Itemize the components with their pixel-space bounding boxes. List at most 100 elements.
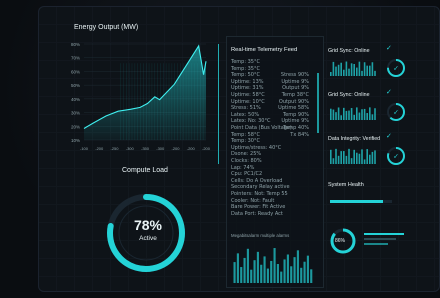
- telemetry-mini-bar: [250, 269, 253, 283]
- compute-load-percent: 78%: [133, 217, 163, 233]
- status-item-bar: [363, 159, 366, 164]
- telemetry-mini-title: Megabitsalarm multiple alarms: [231, 233, 290, 238]
- energy-y-tick: 40%: [71, 97, 80, 102]
- telemetry-row-label: Secondary Relay active: [231, 184, 290, 191]
- dashboard-screen: Energy Output (MW) 80% 70% 60% 50% 40% 30% 20%…: [38, 6, 440, 292]
- telemetry-mini-bar: [260, 264, 263, 283]
- status-item-bar: [350, 158, 353, 164]
- status-item-bar: [330, 108, 332, 120]
- telemetry-mini-bar: [276, 264, 279, 283]
- telemetry-feed-list: Temp: 35°C Temp: 35°C Temp: 50°C Stress 90%…: [231, 59, 309, 219]
- telemetry-mini-chart: [233, 248, 313, 283]
- energy-y-tick: 10%: [71, 138, 80, 143]
- status-item-bar: [358, 112, 361, 120]
- compute-load-title: Compute Load: [122, 167, 168, 174]
- telemetry-row-value: Output 90%: [278, 98, 309, 105]
- telemetry-mini-bar: [296, 250, 299, 283]
- status-item-bar: [343, 107, 345, 120]
- status-item-bar: [337, 64, 340, 76]
- telemetry-row-value: Stress 90%: [280, 72, 309, 79]
- telemetry-mini-bar: [233, 262, 236, 283]
- status-item-bar: [348, 68, 350, 76]
- status-item-bar: [337, 155, 340, 164]
- telemetry-row-label: Clocks: 80%: [231, 158, 262, 164]
- status-item-bar: [340, 62, 342, 76]
- telemetry-mini-bar: [263, 256, 266, 283]
- status-item-bar: [335, 112, 337, 120]
- energy-y-tick: 80%: [71, 42, 80, 47]
- telemetry-mini-bar: [256, 251, 259, 283]
- energy-y-tick: 30%: [71, 111, 80, 116]
- status-item-bar: [366, 149, 368, 164]
- status-item-bar: [340, 151, 342, 164]
- telemetry-row-label: Uptime/stress: 40°C: [231, 144, 282, 151]
- telemetry-title: Real-time Telemetry Feed: [231, 47, 298, 53]
- status-item-bar: [353, 149, 355, 164]
- system-health-bar-fill: [330, 200, 384, 203]
- telemetry-mini-bar: [300, 267, 303, 283]
- telemetry-row-label: Stress: 51%: [231, 105, 261, 112]
- status-item-bar: [350, 108, 353, 120]
- status-item-bar: [371, 114, 374, 120]
- telemetry-row-value: Temp 38°C: [281, 92, 309, 98]
- energy-output-panel: Energy Output (MW) 80% 70% 60% 50% 40% 30% 20%…: [58, 14, 218, 159]
- status-item-bar: [374, 150, 376, 164]
- status-item-title: Grid Sync: Online: [328, 48, 370, 54]
- telemetry-row-label: Cells: Do A Overload: [231, 177, 283, 184]
- telemetry-scrollbar[interactable]: [317, 73, 319, 133]
- energy-x-tick: -250: [110, 146, 119, 151]
- telemetry-row-value: Uptime 9%: [281, 78, 309, 85]
- status-item: Grid Sync: Online ✓ ✓: [328, 84, 412, 126]
- telemetry-row-value: Uptime 9%: [281, 118, 309, 125]
- status-item-bar: [345, 61, 348, 76]
- telemetry-mini-bar: [283, 259, 286, 283]
- check-icon: ✓: [393, 154, 399, 161]
- status-item-bar: [358, 61, 361, 76]
- status-item-chart: ✓: [330, 103, 405, 121]
- status-item-bar: [350, 63, 353, 76]
- telemetry-row-label: Uptime: 58°C: [231, 92, 265, 98]
- status-item-bar: [366, 65, 368, 76]
- status-item-bar: [371, 151, 374, 164]
- status-item-chart: ✓: [330, 59, 405, 77]
- telemetry-mini-bar: [286, 254, 289, 283]
- telemetry-row: Data Port: Ready Act: [231, 211, 309, 218]
- telemetry-row-value: Output 9%: [282, 85, 309, 92]
- check-icon: ✓: [393, 66, 399, 73]
- compute-load-status: Active: [139, 235, 157, 242]
- telemetry-mini-bar: [303, 261, 306, 283]
- energy-output-chart: 80% 70% 60% 50% 40% 30% 20% 10%-100 -200 -250 -300…: [71, 42, 211, 151]
- check-icon: ✓: [386, 132, 392, 140]
- telemetry-mini-bar: [246, 248, 249, 283]
- panel-divider: [218, 44, 219, 164]
- system-health-value: 86%: [335, 238, 346, 244]
- telemetry-mini-bar: [253, 260, 256, 283]
- status-item-bar: [371, 62, 374, 76]
- status-item-bar: [335, 148, 337, 164]
- energy-y-tick: 60%: [71, 69, 80, 74]
- telemetry-mini-bar: [293, 257, 296, 283]
- energy-y-tick: 70%: [71, 56, 80, 61]
- energy-x-tick: -300: [126, 146, 135, 151]
- telemetry-row-label: Pointers: Not: Temp 55: [231, 191, 288, 197]
- check-icon: ✓: [386, 44, 392, 52]
- status-item-bar: [369, 107, 371, 120]
- status-item-bar: [361, 109, 363, 120]
- check-icon: ✓: [393, 110, 399, 117]
- energy-y-tick: 50%: [71, 83, 80, 88]
- status-item-bar: [374, 70, 376, 76]
- telemetry-mini-bar: [310, 269, 313, 283]
- telemetry-mini-bar: [243, 257, 246, 283]
- telemetry-mini-bar: [273, 248, 276, 283]
- status-item: Data Integrity: Verified ✓ ✓: [328, 128, 412, 170]
- telemetry-row-label: Uptime: 31%: [231, 85, 264, 92]
- status-item-bar: [353, 114, 355, 120]
- status-item-bar: [356, 152, 358, 164]
- status-item-bar: [337, 107, 340, 120]
- status-item-bar: [361, 149, 363, 164]
- status-item-bar: [374, 108, 376, 120]
- compute-load-panel: Compute Load 78% Active: [58, 161, 218, 289]
- telemetry-row-label: Temp: 30°C: [231, 138, 260, 145]
- telemetry-mini-bar: [306, 255, 309, 283]
- status-item: Grid Sync: Online ✓ ✓: [328, 40, 412, 82]
